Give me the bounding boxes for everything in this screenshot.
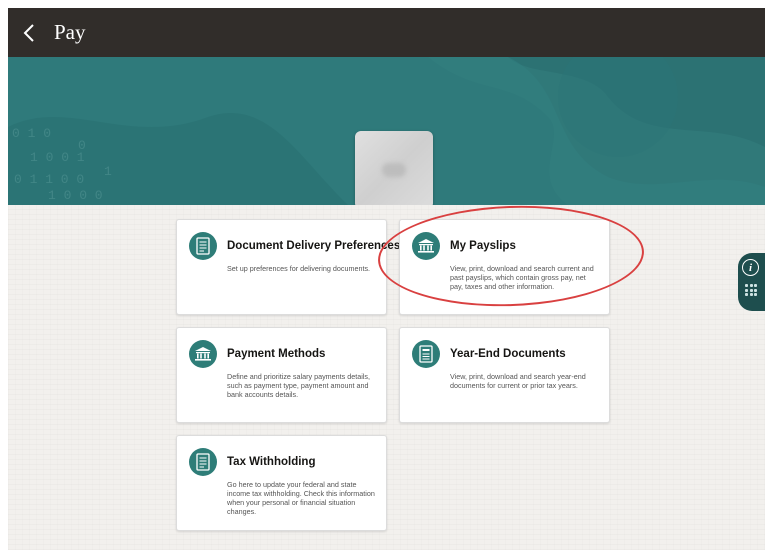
card-title: Year-End Documents (450, 348, 566, 360)
svg-text:1: 1 (104, 164, 112, 179)
document-icon (189, 448, 217, 476)
back-button[interactable] (16, 20, 42, 46)
hero-banner: 0 1 0 1 0 0 1 0 1 1 0 0 1 0 0 0 0 1 (8, 57, 765, 205)
card-title: Document Delivery Preferences (227, 240, 401, 252)
card-description: Go here to update your federal and state… (227, 480, 375, 516)
card-description: Define and prioritize salary payments de… (227, 372, 371, 399)
app-frame: Pay 0 1 0 1 0 0 1 0 1 1 0 0 1 0 0 0 0 1 (8, 8, 765, 550)
chevron-left-icon (23, 23, 34, 42)
content-area: Document Delivery Preferences Set up pre… (8, 205, 765, 550)
card-document-delivery-preferences[interactable]: Document Delivery Preferences Set up pre… (176, 219, 400, 315)
info-icon[interactable]: i (742, 259, 759, 276)
grid-icon[interactable] (745, 284, 757, 296)
card-my-payslips[interactable]: My Payslips View, print, download and se… (399, 219, 610, 315)
card-title: My Payslips (450, 240, 516, 252)
top-bar: Pay (8, 8, 765, 57)
card-description: View, print, download and search current… (450, 264, 594, 291)
profile-photo[interactable] (355, 131, 433, 205)
svg-text:1 0 0 1: 1 0 0 1 (30, 150, 85, 165)
bank-icon (412, 232, 440, 260)
svg-text:0: 0 (78, 138, 86, 153)
card-title: Tax Withholding (227, 456, 316, 468)
card-tax-withholding[interactable]: Tax Withholding Go here to update your f… (176, 435, 387, 531)
document-icon (189, 232, 217, 260)
card-description: View, print, download and search year-en… (450, 372, 586, 390)
page-title: Pay (54, 20, 86, 44)
document-stack-icon (412, 340, 440, 368)
card-payment-methods[interactable]: Payment Methods Define and prioritize sa… (176, 327, 387, 423)
card-title: Payment Methods (227, 348, 326, 360)
bank-icon (189, 340, 217, 368)
card-year-end-documents[interactable]: Year-End Documents View, print, download… (399, 327, 610, 423)
profile-photo-placeholder (382, 163, 406, 177)
svg-text:0 1 0: 0 1 0 (12, 126, 51, 141)
side-panel-tab: i (738, 253, 765, 311)
card-description: Set up preferences for delivering docume… (227, 264, 371, 273)
svg-text:0 1 1 0 0: 0 1 1 0 0 (14, 172, 84, 187)
svg-text:1 0 0 0: 1 0 0 0 (48, 188, 103, 203)
